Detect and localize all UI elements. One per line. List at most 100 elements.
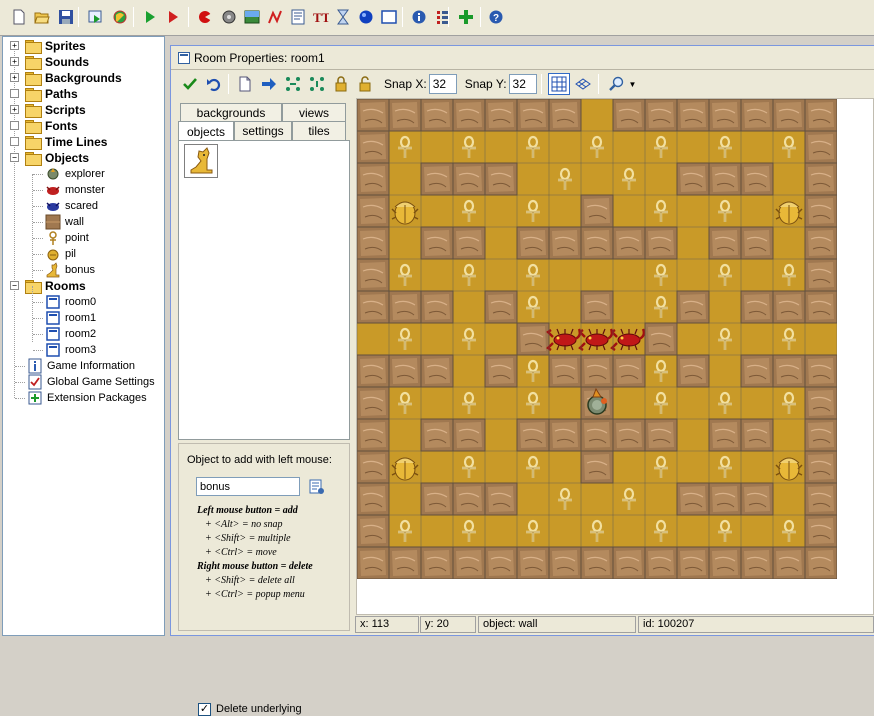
extension-button[interactable] xyxy=(457,8,475,26)
wall-tile[interactable] xyxy=(612,354,646,388)
unlock-all-button[interactable] xyxy=(354,73,376,95)
open-folder-button[interactable] xyxy=(33,8,51,26)
wall-tile[interactable] xyxy=(740,226,774,260)
snap-y-input[interactable] xyxy=(508,74,537,94)
wall-tile[interactable] xyxy=(357,354,390,388)
toggle-grid-button[interactable] xyxy=(547,73,570,95)
tree-folder-sprites-expander[interactable]: + xyxy=(10,41,19,50)
wall-tile[interactable] xyxy=(676,354,710,388)
wall-tile[interactable] xyxy=(420,418,454,452)
tree-game-information[interactable]: Game Information xyxy=(27,358,135,374)
script-button[interactable] xyxy=(289,8,307,26)
wall-tile[interactable] xyxy=(484,354,518,388)
sort-y-button[interactable] xyxy=(306,73,328,95)
tree-folder-rooms-expander[interactable]: − xyxy=(10,281,19,290)
wall-tile[interactable] xyxy=(804,258,837,292)
wall-tile[interactable] xyxy=(772,546,806,579)
wall-tile[interactable] xyxy=(644,322,678,356)
wall-tile[interactable] xyxy=(804,482,837,516)
wall-tile[interactable] xyxy=(357,546,390,579)
tree-folder-scripts[interactable]: Scripts xyxy=(25,102,86,118)
wall-tile[interactable] xyxy=(740,482,774,516)
tree-folder-fonts-expander[interactable] xyxy=(10,121,19,130)
wall-tile[interactable] xyxy=(420,354,454,388)
wall-tile[interactable] xyxy=(357,258,390,292)
wall-tile[interactable] xyxy=(708,418,742,452)
wall-tile[interactable] xyxy=(772,354,806,388)
tree-folder-backgrounds-expander[interactable]: + xyxy=(10,73,19,82)
room-canvas[interactable] xyxy=(357,99,837,579)
wall-tile[interactable] xyxy=(452,99,486,132)
wall-tile[interactable] xyxy=(548,99,582,132)
wall-tile[interactable] xyxy=(676,162,710,196)
wall-tile[interactable] xyxy=(740,546,774,579)
toggle-isometric-button[interactable] xyxy=(572,73,594,95)
wall-tile[interactable] xyxy=(516,322,550,356)
wall-tile[interactable] xyxy=(357,99,390,132)
wall-tile[interactable] xyxy=(452,162,486,196)
tab-views[interactable]: views xyxy=(282,103,346,122)
wall-tile[interactable] xyxy=(357,194,390,228)
object-button[interactable] xyxy=(357,8,375,26)
window-titlebar[interactable]: Room Properties: room1 xyxy=(171,46,874,70)
wall-tile[interactable] xyxy=(804,450,837,484)
wall-tile[interactable] xyxy=(357,130,390,164)
wall-tile[interactable] xyxy=(612,418,646,452)
tree-folder-sprites[interactable]: Sprites xyxy=(25,38,86,54)
tree-folder-fonts[interactable]: Fonts xyxy=(25,118,78,134)
wall-tile[interactable] xyxy=(484,546,518,579)
wall-tile[interactable] xyxy=(644,99,678,132)
wall-tile[interactable] xyxy=(516,418,550,452)
export-exe-button[interactable] xyxy=(87,8,105,26)
wall-tile[interactable] xyxy=(772,99,806,132)
wall-tile[interactable] xyxy=(484,290,518,324)
wall-tile[interactable] xyxy=(357,386,390,420)
tab-objects[interactable]: objects xyxy=(178,121,234,141)
tree-folder-objects[interactable]: Objects xyxy=(25,150,89,166)
wall-tile[interactable] xyxy=(420,162,454,196)
wall-tile[interactable] xyxy=(740,162,774,196)
clear-room-button[interactable] xyxy=(234,73,256,95)
tab-settings[interactable]: settings xyxy=(234,121,292,140)
wall-tile[interactable] xyxy=(676,546,710,579)
wall-tile[interactable] xyxy=(484,99,518,132)
new-file-button[interactable] xyxy=(10,8,28,26)
tree-folder-backgrounds[interactable]: Backgrounds xyxy=(25,70,122,86)
tree-folder-paths[interactable]: Paths xyxy=(25,86,78,102)
tree-folder-sounds-expander[interactable]: + xyxy=(10,57,19,66)
object-to-add-field[interactable] xyxy=(196,477,300,496)
wall-tile[interactable] xyxy=(612,99,646,132)
wall-tile[interactable] xyxy=(740,354,774,388)
wall-tile[interactable] xyxy=(548,226,582,260)
tree-global-game-settings[interactable]: Global Game Settings xyxy=(27,374,155,390)
zoom-dropdown-arrow-icon[interactable]: ▼ xyxy=(629,80,637,89)
wall-tile[interactable] xyxy=(804,226,837,260)
selected-object-thumbnail[interactable] xyxy=(184,144,218,178)
wall-tile[interactable] xyxy=(357,162,390,196)
object-menu-button[interactable] xyxy=(309,479,325,495)
tree-room-room1[interactable]: room1 xyxy=(45,310,96,326)
ok-button[interactable] xyxy=(179,73,201,95)
wall-tile[interactable] xyxy=(580,450,614,484)
wall-tile[interactable] xyxy=(357,514,390,548)
tree-object-scared[interactable]: scared xyxy=(45,198,98,214)
game-info-button[interactable] xyxy=(410,8,428,26)
wall-tile[interactable] xyxy=(484,162,518,196)
tree-object-bonus[interactable]: bonus xyxy=(45,262,95,278)
run-button[interactable] xyxy=(141,8,159,26)
wall-tile[interactable] xyxy=(580,226,614,260)
wall-tile[interactable] xyxy=(388,354,422,388)
help-button[interactable]: ? xyxy=(487,8,505,26)
save-button[interactable] xyxy=(57,8,75,26)
wall-tile[interactable] xyxy=(708,226,742,260)
wall-tile[interactable] xyxy=(644,418,678,452)
game-settings-button[interactable] xyxy=(434,8,452,26)
tree-object-monster[interactable]: monster xyxy=(45,182,105,198)
wall-tile[interactable] xyxy=(804,290,837,324)
wall-tile[interactable] xyxy=(740,418,774,452)
tree-extension-packages[interactable]: Extension Packages xyxy=(27,390,147,406)
tree-folder-paths-expander[interactable] xyxy=(10,89,19,98)
wall-tile[interactable] xyxy=(420,482,454,516)
timeline-button[interactable] xyxy=(334,8,352,26)
wall-tile[interactable] xyxy=(676,482,710,516)
